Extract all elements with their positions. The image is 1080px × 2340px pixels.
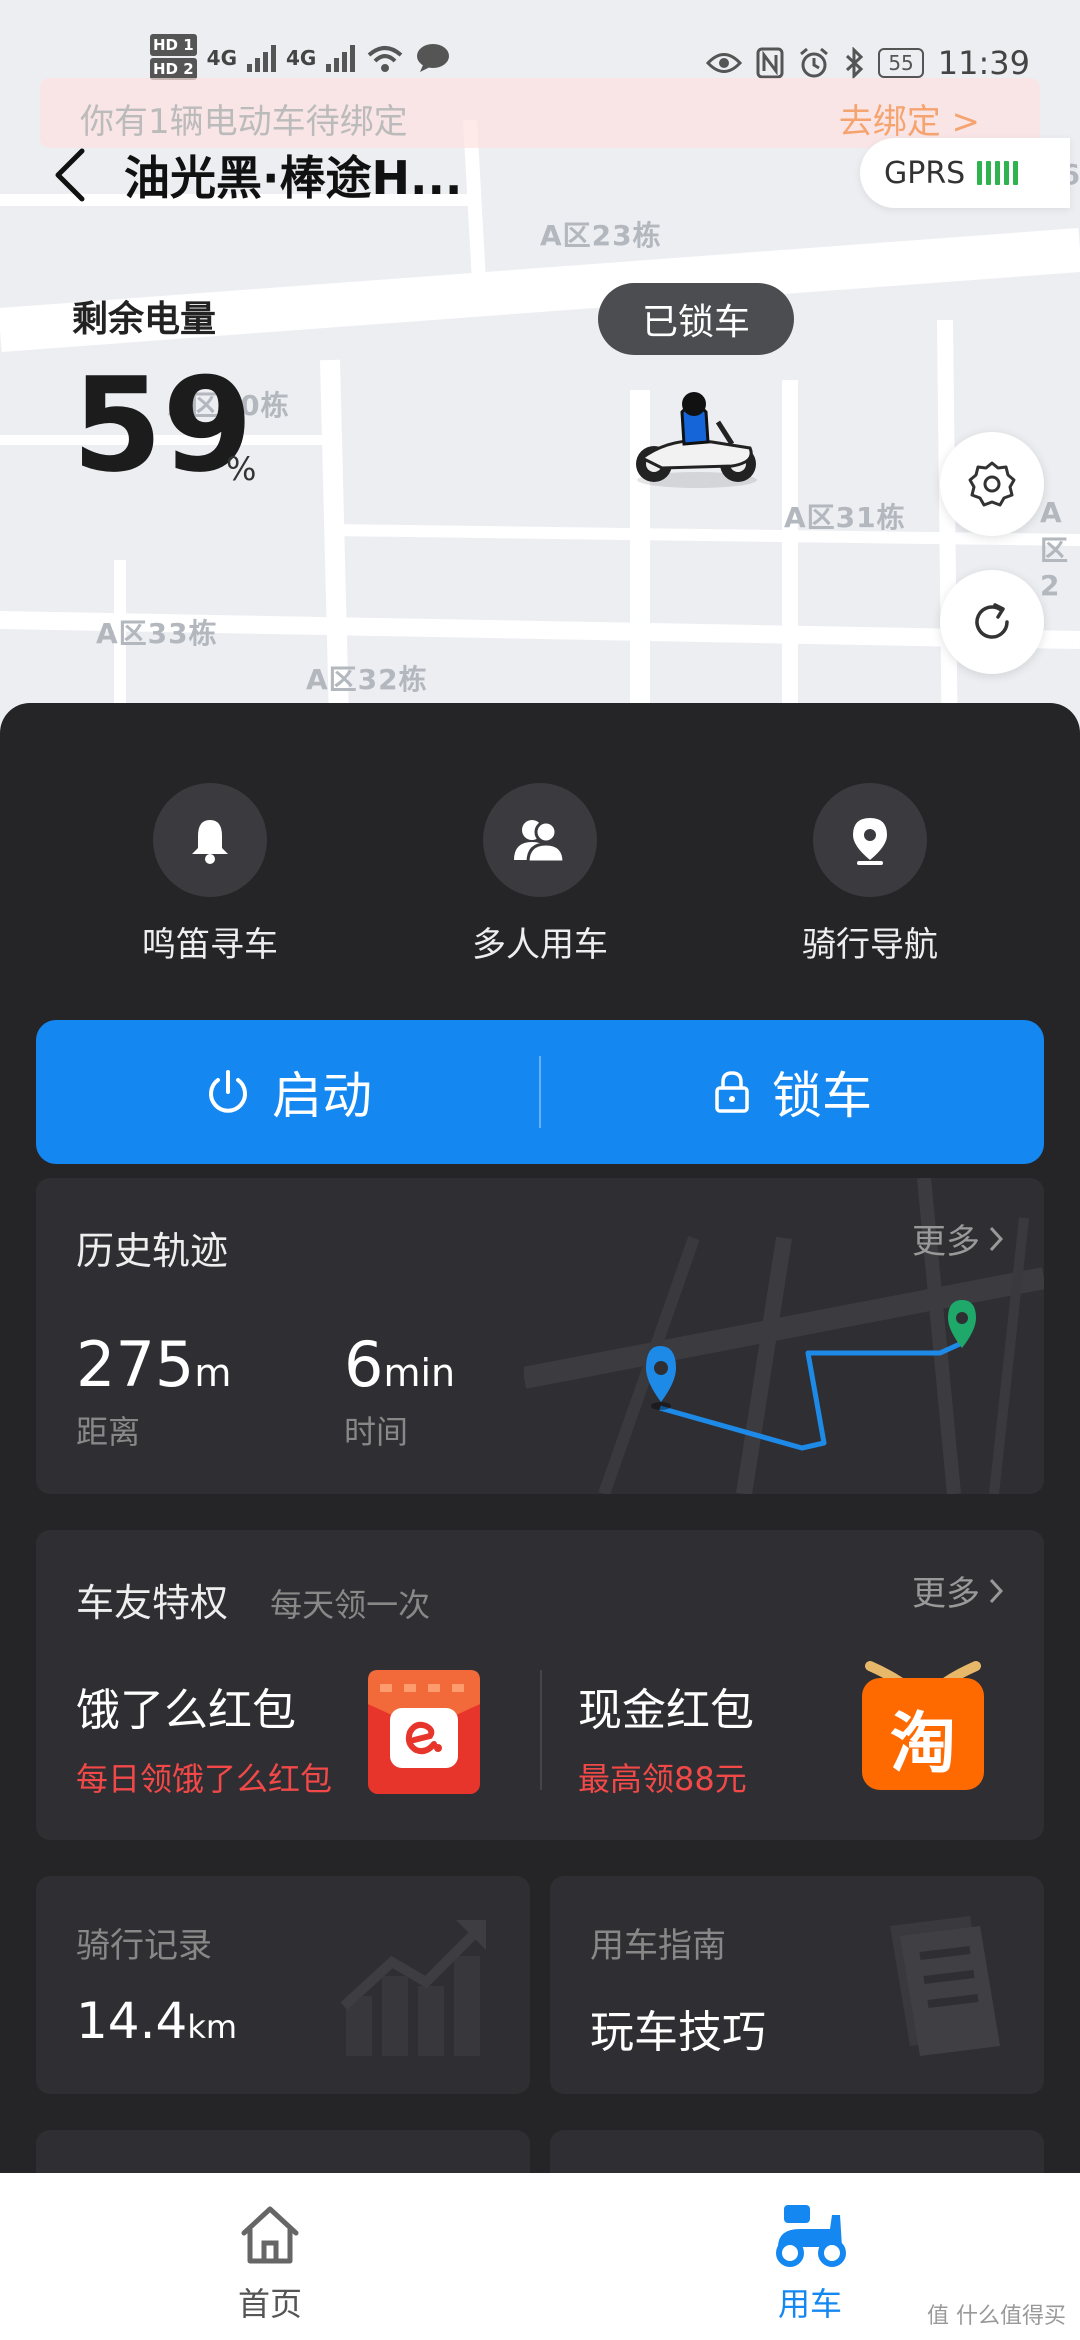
map-view[interactable]: A区23栋 A区20栋 A区31栋 A区33栋 A区32栋 26 A区2 HD … xyxy=(0,0,1080,760)
bind-banner-text: 你有1辆电动车待绑定 xyxy=(80,102,408,142)
home-icon xyxy=(241,2206,299,2264)
alarm-icon xyxy=(800,47,829,78)
bottom-tab-bar: 首页 用车 值 什么值得买 xyxy=(0,2173,1080,2340)
status-right: 55 11:39 xyxy=(706,44,1030,82)
location-pin-icon xyxy=(853,818,887,865)
refresh-button[interactable] xyxy=(940,570,1044,674)
watermark: 值 什么值得买 xyxy=(927,2304,1066,2329)
back-button[interactable] xyxy=(40,140,100,210)
qa-ride-navigation[interactable]: 骑行导航 xyxy=(750,783,990,966)
perk-divider xyxy=(540,1670,542,1790)
perks-card: 车友特权 每天领一次 更多 饿了么红包 每日领饿了么红包 现金红包 最高领88元 xyxy=(36,1530,1044,1840)
battery-unit: % xyxy=(226,450,257,488)
perks-title: 车友特权 每天领一次 xyxy=(76,1581,431,1625)
message-icon xyxy=(417,44,450,72)
tab-home[interactable]: 首页 xyxy=(170,2203,370,2325)
page-title: 油光黑·棒途H... xyxy=(124,151,463,205)
qa-honk-find[interactable]: 鸣笛寻车 xyxy=(90,783,330,966)
car-guide-tile[interactable]: 用车指南 玩车技巧 xyxy=(550,1876,1044,2094)
tile-title: 用车指南 xyxy=(590,1926,726,1966)
chevron-left-icon xyxy=(55,148,85,202)
gear-icon xyxy=(968,461,1016,507)
map-label: A区33栋 xyxy=(96,617,218,650)
start-button[interactable]: 启动 xyxy=(36,1020,540,1164)
gprs-indicator: GPRS xyxy=(860,138,1070,208)
divider xyxy=(539,1056,541,1128)
status-time: 11:39 xyxy=(937,44,1030,82)
map-label: A区23栋 xyxy=(540,219,662,252)
eye-icon xyxy=(706,53,743,73)
tab-vehicle[interactable]: 用车 xyxy=(710,2203,910,2325)
perk-name: 现金红包 xyxy=(578,1685,754,1736)
power-icon xyxy=(209,1070,247,1113)
map-label: A区2 xyxy=(1040,496,1070,602)
status-left: HD 1 HD 2 4G 4G xyxy=(150,34,451,82)
map-label: A区32栋 xyxy=(306,663,428,696)
qa-label: 鸣笛寻车 xyxy=(142,925,278,965)
control-panel: 鸣笛寻车 多人用车 骑行导航 启动 锁车 历史轨迹 更多 275m 距离 6mi… xyxy=(0,703,1080,2190)
tile-value: 14.4km xyxy=(76,1992,238,2050)
scooter-icon xyxy=(776,2205,846,2267)
time-metric: 6min 时间 xyxy=(344,1328,456,1451)
history-card[interactable]: 历史轨迹 更多 275m 距离 6min 时间 xyxy=(36,1178,1044,1494)
perks-subtitle: 每天领一次 xyxy=(270,1586,431,1624)
settings-button[interactable] xyxy=(940,432,1044,536)
history-title: 历史轨迹 xyxy=(76,1229,229,1273)
bluetooth-icon xyxy=(846,47,864,79)
chevron-right-icon xyxy=(989,1578,1004,1603)
battery-indicator: 55 xyxy=(878,48,924,78)
map-label: A区31栋 xyxy=(784,501,906,534)
main-action-bar: 启动 锁车 xyxy=(36,1020,1044,1164)
lock-icon xyxy=(715,1071,749,1113)
wifi-icon xyxy=(368,46,403,72)
bell-icon xyxy=(192,820,228,864)
start-label: 启动 xyxy=(272,1067,372,1125)
quick-actions: 鸣笛寻车 多人用车 骑行导航 xyxy=(0,783,1080,965)
nfc-icon xyxy=(756,47,784,79)
scooter-marker-icon[interactable] xyxy=(622,392,772,492)
distance-metric: 275m 距离 xyxy=(76,1328,232,1451)
network-type-2: 4G xyxy=(286,46,317,70)
gprs-label: GPRS xyxy=(884,155,966,191)
hd-indicator: HD 1 HD 2 xyxy=(150,34,197,82)
header: 油光黑·棒途H... xyxy=(40,140,462,210)
lock-button[interactable]: 锁车 xyxy=(540,1020,1044,1164)
qa-multi-user[interactable]: 多人用车 xyxy=(420,783,660,966)
gprs-signal-icon xyxy=(977,161,1019,185)
tile-value: 玩车技巧 xyxy=(590,2007,766,2058)
eleme-icon xyxy=(368,1670,480,1794)
trend-chart-icon xyxy=(340,1920,486,2056)
bind-banner-action[interactable]: 去绑定 > xyxy=(839,94,980,143)
tab-label: 首页 xyxy=(237,2285,302,2323)
perks-more-link[interactable]: 更多 xyxy=(912,1566,1004,1615)
tile-title: 骑行记录 xyxy=(76,1926,212,1966)
lock-status-badge: 已锁车 xyxy=(598,283,794,355)
qa-label: 多人用车 xyxy=(472,925,608,965)
network-type-1: 4G xyxy=(206,46,238,70)
lock-label: 锁车 xyxy=(772,1067,872,1125)
perk-name: 饿了么红包 xyxy=(76,1685,296,1736)
chevron-right-icon xyxy=(989,1226,1004,1251)
battery-label: 剩余电量 xyxy=(72,299,217,340)
signal-1-icon xyxy=(247,44,277,72)
perk-desc: 每日领饿了么红包 xyxy=(76,1760,333,1798)
tab-label: 用车 xyxy=(777,2285,842,2323)
refresh-icon xyxy=(975,603,1009,639)
taobao-icon: 淘 xyxy=(858,1660,988,1794)
perk-desc: 最高领88元 xyxy=(578,1760,747,1798)
ride-record-tile[interactable]: 骑行记录 14.4km xyxy=(36,1876,530,2094)
history-more-link[interactable]: 更多 xyxy=(912,1214,1004,1263)
users-icon xyxy=(514,820,566,864)
book-icon xyxy=(890,1916,1000,2056)
signal-2-icon xyxy=(326,44,356,72)
qa-label: 骑行导航 xyxy=(802,925,938,965)
